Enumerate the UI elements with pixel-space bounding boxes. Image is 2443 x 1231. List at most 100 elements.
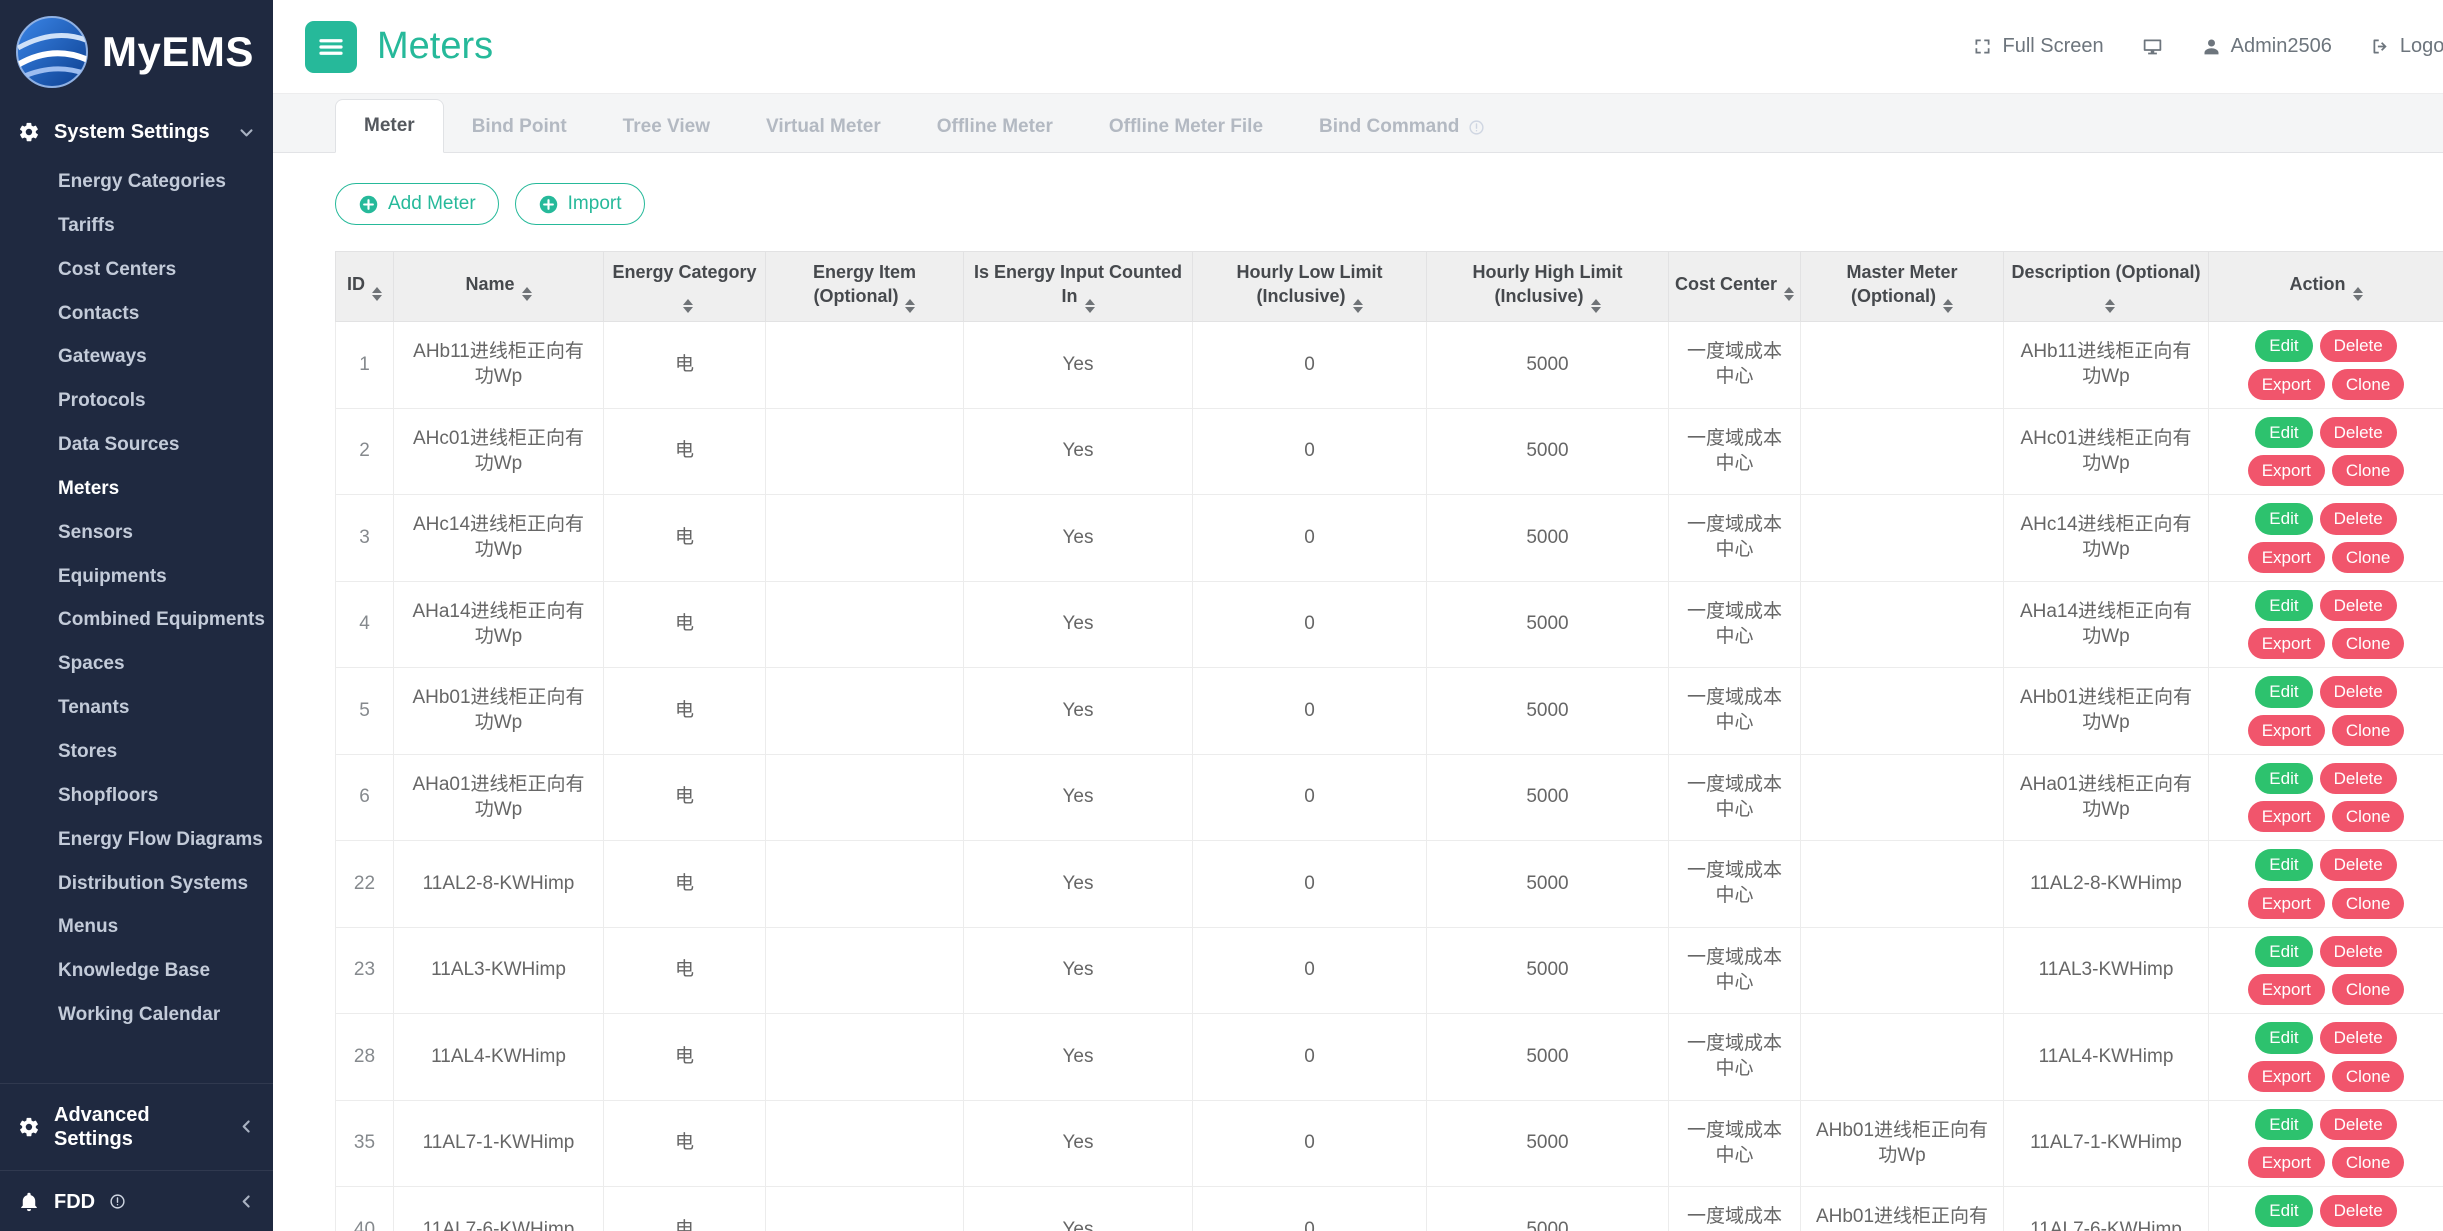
clone-button[interactable]: Clone xyxy=(2332,888,2404,919)
edit-button[interactable]: Edit xyxy=(2255,417,2312,448)
edit-button[interactable]: Edit xyxy=(2255,1109,2312,1140)
clone-button[interactable]: Clone xyxy=(2332,369,2404,400)
column-header-id[interactable]: ID xyxy=(336,252,394,322)
export-button[interactable]: Export xyxy=(2248,1147,2325,1178)
sidebar-item-gateways[interactable]: Gateways xyxy=(0,335,273,379)
delete-button[interactable]: Delete xyxy=(2320,417,2397,448)
menu-toggle-button[interactable] xyxy=(305,21,357,73)
export-button[interactable]: Export xyxy=(2248,628,2325,659)
column-header-energy-item-optional[interactable]: Energy Item (Optional) xyxy=(766,252,964,322)
export-button[interactable]: Export xyxy=(2248,888,2325,919)
table-row: 6AHa01进线柜正向有功Wp电Yes05000一度域成本中心AHa01进线柜正… xyxy=(336,754,2443,841)
delete-button[interactable]: Delete xyxy=(2320,1109,2397,1140)
delete-button[interactable]: Delete xyxy=(2320,936,2397,967)
clone-button[interactable]: Clone xyxy=(2332,542,2404,573)
import-button[interactable]: Import xyxy=(515,183,645,225)
clone-button[interactable]: Clone xyxy=(2332,628,2404,659)
delete-button[interactable]: Delete xyxy=(2320,503,2397,534)
tab-offline-meter-file[interactable]: Offline Meter File xyxy=(1081,101,1291,153)
cell-energy-item xyxy=(766,927,964,1014)
sidebar-section-toggle-fdd[interactable]: FDD xyxy=(0,1171,273,1231)
clone-button[interactable]: Clone xyxy=(2332,974,2404,1005)
delete-button[interactable]: Delete xyxy=(2320,1195,2397,1226)
sidebar-item-sensors[interactable]: Sensors xyxy=(0,511,273,555)
sidebar-item-equipments[interactable]: Equipments xyxy=(0,555,273,599)
sidebar-section-toggle-advanced-settings[interactable]: Advanced Settings xyxy=(0,1084,273,1170)
column-header-hourly-high-limit-inclusive[interactable]: Hourly High Limit (Inclusive) xyxy=(1427,252,1669,322)
brand-name: MyEMS xyxy=(102,28,254,76)
sidebar-item-energy-categories[interactable]: Energy Categories xyxy=(0,160,273,204)
sidebar-item-tariffs[interactable]: Tariffs xyxy=(0,204,273,248)
edit-button[interactable]: Edit xyxy=(2255,330,2312,361)
export-button[interactable]: Export xyxy=(2248,369,2325,400)
sidebar-item-data-sources[interactable]: Data Sources xyxy=(0,423,273,467)
export-button[interactable]: Export xyxy=(2248,542,2325,573)
delete-button[interactable]: Delete xyxy=(2320,1022,2397,1053)
sidebar-item-spaces[interactable]: Spaces xyxy=(0,642,273,686)
sidebar-item-shopfloors[interactable]: Shopfloors xyxy=(0,774,273,818)
sidebar-section-toggle-system-settings[interactable]: System Settings xyxy=(0,104,273,160)
column-header-hourly-low-limit-inclusive[interactable]: Hourly Low Limit (Inclusive) xyxy=(1193,252,1427,322)
export-button[interactable]: Export xyxy=(2248,801,2325,832)
sidebar-item-stores[interactable]: Stores xyxy=(0,730,273,774)
sidebar-item-protocols[interactable]: Protocols xyxy=(0,379,273,423)
sidebar-item-energy-flow-diagrams[interactable]: Energy Flow Diagrams xyxy=(0,818,273,862)
sidebar-item-tenants[interactable]: Tenants xyxy=(0,686,273,730)
sidebar-item-knowledge-base[interactable]: Knowledge Base xyxy=(0,949,273,993)
fullscreen-button[interactable]: Full Screen xyxy=(1972,35,2103,58)
export-button[interactable]: Export xyxy=(2248,715,2325,746)
edit-button[interactable]: Edit xyxy=(2255,763,2312,794)
edit-button[interactable]: Edit xyxy=(2255,676,2312,707)
tab-meter[interactable]: Meter xyxy=(335,99,444,153)
tab-bind-point[interactable]: Bind Point xyxy=(444,101,595,153)
sidebar-item-distribution-systems[interactable]: Distribution Systems xyxy=(0,862,273,906)
export-button[interactable]: Export xyxy=(2248,455,2325,486)
delete-button[interactable]: Delete xyxy=(2320,849,2397,880)
export-button[interactable]: Export xyxy=(2248,974,2325,1005)
column-header-name[interactable]: Name xyxy=(394,252,604,322)
add-meter-button[interactable]: Add Meter xyxy=(335,183,499,225)
sidebar-item-contacts[interactable]: Contacts xyxy=(0,292,273,336)
cell-description: 11AL4-KWHimp xyxy=(2004,1014,2209,1101)
column-header-description-optional[interactable]: Description (Optional) xyxy=(2004,252,2209,322)
logout-button[interactable]: Logout xyxy=(2370,35,2443,58)
export-button[interactable]: Export xyxy=(2248,1061,2325,1092)
clone-button[interactable]: Clone xyxy=(2332,455,2404,486)
monitor-icon xyxy=(2142,36,2163,57)
sidebar-item-meters[interactable]: Meters xyxy=(0,467,273,511)
delete-button[interactable]: Delete xyxy=(2320,590,2397,621)
delete-button[interactable]: Delete xyxy=(2320,676,2397,707)
sort-icon xyxy=(2105,299,2115,313)
edit-button[interactable]: Edit xyxy=(2255,936,2312,967)
column-header-master-meter-optional[interactable]: Master Meter (Optional) xyxy=(1801,252,2004,322)
tab-virtual-meter[interactable]: Virtual Meter xyxy=(738,101,909,153)
column-header-energy-category[interactable]: Energy Category xyxy=(604,252,766,322)
delete-button[interactable]: Delete xyxy=(2320,763,2397,794)
tab-bind-command[interactable]: Bind Command xyxy=(1291,101,1513,153)
delete-button[interactable]: Delete xyxy=(2320,330,2397,361)
column-header-action[interactable]: Action xyxy=(2209,252,2443,322)
chevron-down-icon xyxy=(238,124,255,141)
sidebar-section-label: Advanced Settings xyxy=(54,1103,224,1151)
sidebar-item-working-calendar[interactable]: Working Calendar xyxy=(0,993,273,1037)
column-header-cost-center[interactable]: Cost Center xyxy=(1669,252,1801,322)
clone-button[interactable]: Clone xyxy=(2332,715,2404,746)
sidebar-item-menus[interactable]: Menus xyxy=(0,905,273,949)
edit-button[interactable]: Edit xyxy=(2255,503,2312,534)
tab-tree-view[interactable]: Tree View xyxy=(595,101,738,153)
sidebar-item-cost-centers[interactable]: Cost Centers xyxy=(0,248,273,292)
edit-button[interactable]: Edit xyxy=(2255,849,2312,880)
edit-button[interactable]: Edit xyxy=(2255,590,2312,621)
user-menu[interactable]: Admin2506 xyxy=(2201,35,2332,58)
sidebar-item-combined-equipments[interactable]: Combined Equipments xyxy=(0,598,273,642)
tab-offline-meter[interactable]: Offline Meter xyxy=(909,101,1081,153)
clone-button[interactable]: Clone xyxy=(2332,1061,2404,1092)
clone-button[interactable]: Clone xyxy=(2332,1147,2404,1178)
clone-button[interactable]: Clone xyxy=(2332,801,2404,832)
column-header-is-energy-input-counted-in[interactable]: Is Energy Input Counted In xyxy=(964,252,1193,322)
edit-button[interactable]: Edit xyxy=(2255,1022,2312,1053)
edit-button[interactable]: Edit xyxy=(2255,1195,2312,1226)
brand-logo[interactable]: MyEMS xyxy=(0,0,273,104)
cell-master-meter xyxy=(1801,408,2004,495)
display-button[interactable] xyxy=(2142,36,2163,57)
